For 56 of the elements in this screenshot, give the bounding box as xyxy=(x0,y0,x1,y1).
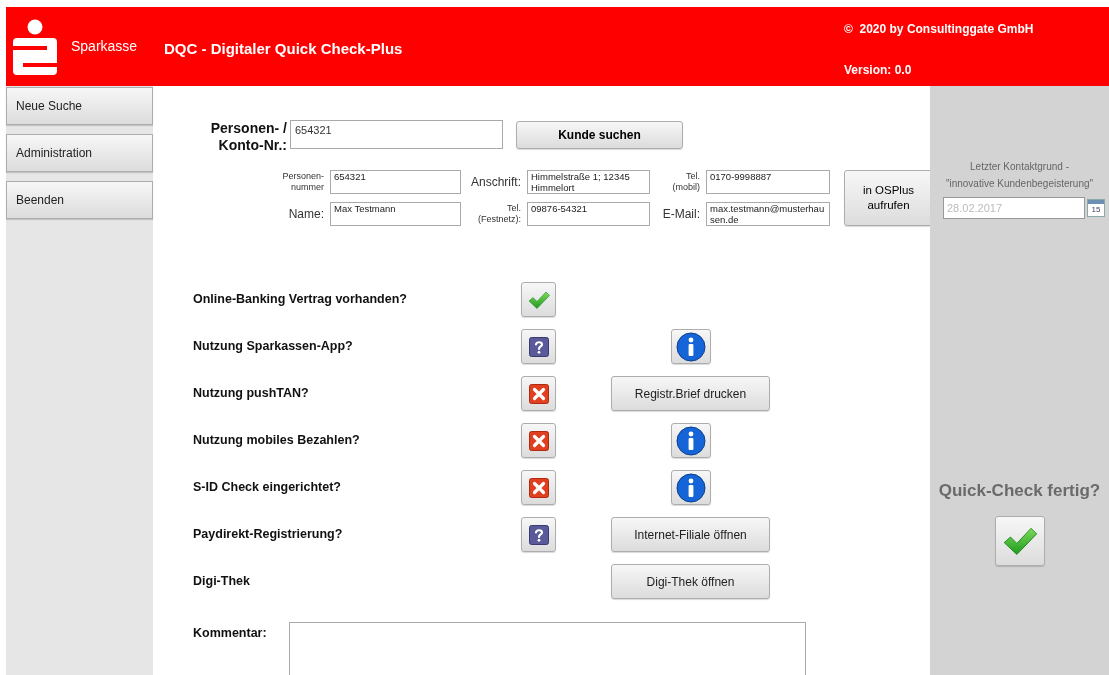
action-button[interactable]: Digi-Thek öffnen xyxy=(611,564,770,599)
field-label: Name: xyxy=(287,206,324,223)
info-icon xyxy=(675,331,706,362)
check-label: Online-Banking Vertrag vorhanden? xyxy=(193,291,408,309)
field-label: Anschrift: xyxy=(470,174,521,191)
check-label: Paydirekt-Registrierung? xyxy=(193,526,344,544)
status-button[interactable] xyxy=(521,470,556,505)
input-field[interactable]: 654321 xyxy=(330,170,461,194)
comment-label: Kommentar: xyxy=(193,625,268,642)
question-icon xyxy=(528,336,549,357)
calendar-icon[interactable]: 15 xyxy=(1087,199,1105,217)
search-field[interactable]: 654321 xyxy=(290,120,503,149)
status-button[interactable] xyxy=(521,517,556,552)
quick-check-question: Quick-Check fertig? xyxy=(938,480,1101,502)
input-field[interactable]: 0170-9998887 xyxy=(706,170,830,194)
action-button[interactable]: Registr.Brief drucken xyxy=(611,376,770,411)
comment-field[interactable] xyxy=(289,622,806,675)
brand-name: Sparkasse xyxy=(71,37,138,56)
version-text: Version: 0.0 xyxy=(844,62,913,79)
logo-icon xyxy=(13,18,57,75)
check-label: Nutzung mobiles Bezahlen? xyxy=(193,432,361,450)
input-field[interactable]: Himmelstraße 1; 12345 Himmelort xyxy=(527,170,650,194)
search-button[interactable]: Kunde suchen xyxy=(516,121,683,149)
sidebar-item[interactable]: Administration xyxy=(6,134,153,172)
info-button[interactable] xyxy=(670,470,711,505)
app-title: DQC - Digitaler Quick Check-Plus xyxy=(164,40,403,57)
check-label: Nutzung Sparkassen-App? xyxy=(193,338,354,356)
info-icon xyxy=(675,472,706,503)
search-label: Personen- / Konto-Nr.: xyxy=(209,120,287,154)
status-button[interactable] xyxy=(521,376,556,411)
input-field[interactable]: 09876-54321 xyxy=(527,202,650,226)
input-field[interactable]: max.testmann@musterhausen.de xyxy=(706,202,830,226)
field-label: Tel. (mobil) xyxy=(671,170,700,194)
status-button[interactable] xyxy=(521,329,556,364)
confirm-button[interactable] xyxy=(994,515,1045,566)
cross-icon xyxy=(528,430,549,451)
info-button[interactable] xyxy=(670,329,711,364)
info-button[interactable] xyxy=(670,423,711,458)
cross-icon xyxy=(528,477,549,498)
field-label: Personen- nummer xyxy=(281,170,324,194)
action-button[interactable]: Internet-Filiale öffnen xyxy=(611,517,770,552)
contact-reason-text: Letzter Kontaktgrund - "innovative Kundenbegeisterung" xyxy=(945,160,1094,191)
sidebar-item[interactable]: Beenden xyxy=(6,181,153,219)
field-label: E-Mail: xyxy=(661,206,700,223)
check-label: S-ID Check eingerichtet? xyxy=(193,479,342,497)
cross-icon xyxy=(528,383,549,404)
field-label: Tel. (Festnetz): xyxy=(477,202,521,226)
osplus-button[interactable]: in OSPlus aufrufen xyxy=(844,170,933,226)
check-label: Nutzung pushTAN? xyxy=(193,385,310,403)
check-label: Digi-Thek xyxy=(193,573,251,591)
status-button[interactable] xyxy=(521,423,556,458)
info-icon xyxy=(675,425,706,456)
input-field[interactable]: Max Testmann xyxy=(330,202,461,226)
question-icon xyxy=(528,524,549,545)
copyright-text: © 2020 by Consultinggate GmbH xyxy=(844,21,1034,38)
sidebar-item[interactable]: Neue Suche xyxy=(6,87,153,125)
